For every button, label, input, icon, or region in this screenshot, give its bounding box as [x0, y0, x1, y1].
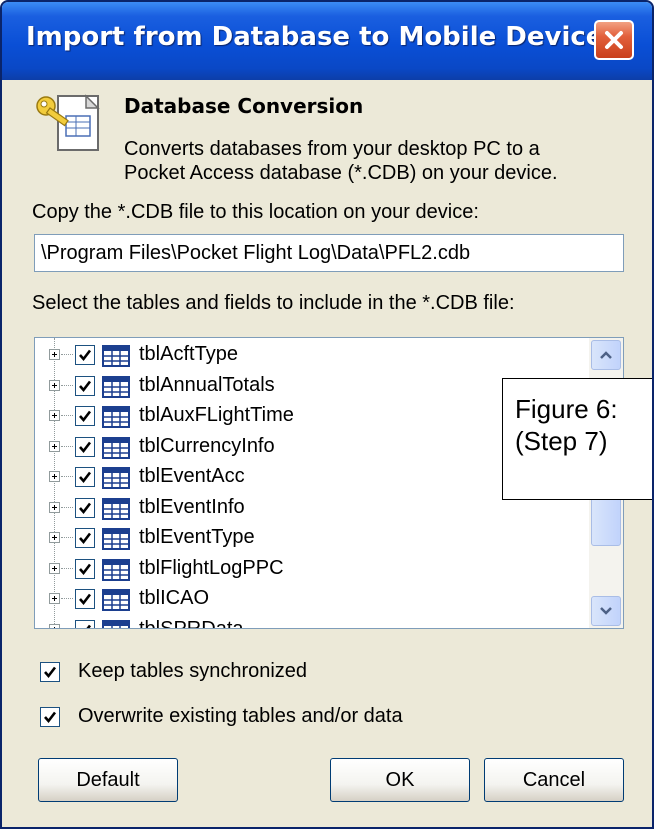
table-icon [102, 619, 130, 628]
table-icon [102, 375, 130, 403]
figure-annotation: Figure 6: (Step 7) [502, 378, 652, 500]
table-icon [102, 528, 130, 555]
table-name: tblEventInfo [139, 495, 245, 518]
expand-icon[interactable] [49, 562, 60, 574]
header-description-line1: Converts databases from your desktop PC … [124, 138, 540, 160]
table-checkbox[interactable] [75, 619, 95, 628]
chevron-up-icon [600, 351, 612, 359]
table-icon [102, 497, 130, 525]
location-path-input[interactable] [34, 234, 624, 272]
checkmark-icon [79, 380, 92, 392]
expand-icon[interactable] [49, 532, 60, 543]
checkmark-icon [79, 441, 92, 453]
figure-annotation-line2: (Step 7) [515, 426, 608, 456]
expand-icon[interactable] [49, 349, 60, 360]
expand-icon[interactable] [49, 440, 60, 452]
expand-icon[interactable] [49, 471, 60, 482]
table-icon [102, 558, 130, 586]
cancel-button[interactable]: Cancel [484, 758, 624, 802]
window-title: Import from Database to Mobile Device [26, 22, 604, 52]
table-name: tblAnnualTotals [139, 373, 275, 396]
tables-label: Select the tables and fields to include … [32, 292, 515, 314]
table-row[interactable]: tblAnnualTotals [35, 373, 575, 401]
table-checkbox[interactable] [75, 558, 95, 579]
checkmark-icon [79, 349, 92, 362]
table-name: tblEventType [139, 526, 255, 548]
table-icon [102, 345, 130, 372]
table-checkbox[interactable] [75, 528, 95, 548]
table-row[interactable]: tblEventType [35, 525, 575, 553]
title-bar[interactable]: Import from Database to Mobile Device [2, 2, 652, 80]
table-icon [102, 436, 130, 464]
figure-annotation-line1: Figure 6: [515, 394, 618, 424]
table-row[interactable]: tblSPRData [35, 617, 575, 629]
table-row[interactable]: tblFlightLogPPC [35, 556, 575, 584]
checkmark-icon [44, 666, 57, 679]
close-icon [605, 31, 623, 49]
table-checkbox[interactable] [75, 497, 95, 518]
checkmark-icon [44, 711, 57, 724]
table-row[interactable]: tblEventInfo [35, 495, 575, 523]
scroll-down-button[interactable] [591, 596, 621, 626]
table-name: tblSPRData [139, 617, 244, 629]
expand-icon[interactable] [49, 623, 60, 628]
import-dialog: Import from Database to Mobile Device Da… [0, 0, 654, 829]
database-conversion-icon [32, 90, 104, 160]
table-checkbox[interactable] [75, 375, 95, 396]
table-checkbox[interactable] [75, 406, 95, 426]
ok-button[interactable]: OK [330, 758, 470, 802]
table-row[interactable]: tblCurrencyInfo [35, 434, 575, 462]
table-name: tblAcftType [139, 343, 238, 365]
table-name: tblEventAcc [139, 465, 245, 487]
table-name: tblAuxFLightTime [139, 404, 294, 426]
table-row[interactable]: tblAcftType [35, 342, 575, 370]
checkmark-icon [79, 502, 92, 514]
close-button[interactable] [594, 20, 634, 60]
checkmark-icon [79, 410, 92, 423]
expand-icon[interactable] [49, 501, 60, 513]
table-checkbox[interactable] [75, 589, 95, 609]
table-checkbox[interactable] [75, 345, 95, 365]
location-label: Copy the *.CDB file to this location on … [32, 201, 479, 223]
scroll-up-button[interactable] [591, 340, 621, 370]
checkmark-icon [79, 471, 92, 484]
table-name: tblFlightLogPPC [139, 556, 284, 579]
chevron-down-icon [600, 607, 612, 615]
checkmark-icon [86, 624, 92, 628]
expand-icon[interactable] [49, 410, 60, 421]
overwrite-label: Overwrite existing tables and/or data [78, 705, 403, 727]
checkmark-icon [79, 563, 92, 575]
table-row[interactable]: tblAuxFLightTime [35, 403, 575, 431]
table-icon [102, 467, 130, 494]
checkmark-icon [79, 532, 92, 545]
expand-icon[interactable] [49, 593, 60, 604]
expand-icon[interactable] [49, 379, 60, 391]
default-button[interactable]: Default [38, 758, 178, 802]
checkmark-icon [79, 593, 92, 606]
table-name: tblCurrencyInfo [139, 434, 275, 457]
table-row[interactable]: tblEventAcc [35, 464, 575, 492]
keep-synchronized-checkbox[interactable] [40, 662, 60, 682]
table-checkbox[interactable] [75, 467, 95, 487]
table-icon [102, 406, 130, 433]
header-title: Database Conversion [124, 94, 364, 118]
table-row[interactable]: tblICAO [35, 586, 575, 614]
header-description-line2: Pocket Access database (*.CDB) on your d… [124, 162, 558, 184]
table-checkbox[interactable] [75, 436, 95, 457]
keep-synchronized-label: Keep tables synchronized [78, 660, 308, 682]
table-icon [102, 589, 130, 616]
table-name: tblICAO [139, 587, 210, 609]
overwrite-checkbox[interactable] [40, 707, 60, 727]
